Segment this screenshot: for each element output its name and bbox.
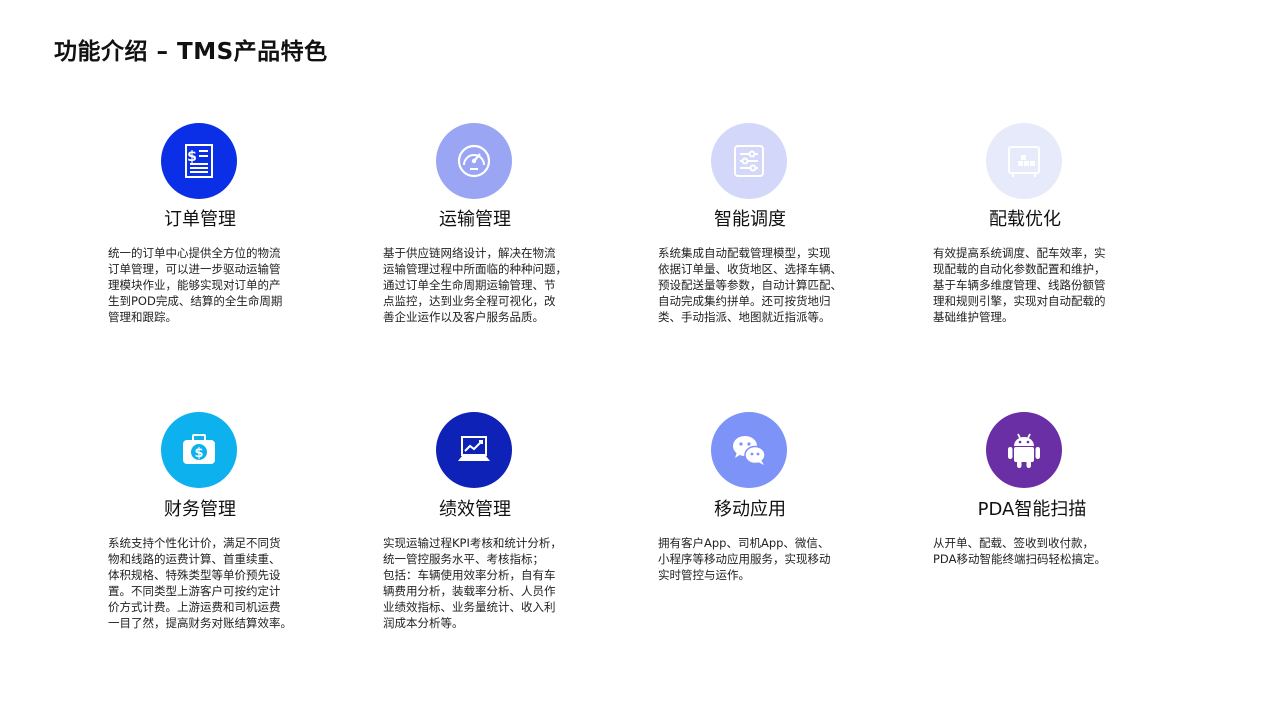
feature-icon-circle — [986, 123, 1062, 199]
feature-icon-circle: $ — [161, 123, 237, 199]
feature-icon-circle — [711, 123, 787, 199]
money-bag-icon: $ — [183, 434, 215, 464]
feature-description: 拥有客户App、司机App、微信、 小程序等移动应用服务，实现移动 实时管控与运… — [658, 536, 831, 582]
feature-title: 绩效管理 — [439, 499, 511, 520]
feature-icon-circle — [436, 412, 512, 488]
feature-icon-circle — [436, 123, 512, 199]
invoice-dollar-icon: $ — [185, 144, 213, 178]
feature-description: 系统集成自动配载管理模型，实现 依据订单量、收货地区、选择车辆、 预设配送量等参… — [658, 246, 842, 324]
feature-description: 实现运输过程KPI考核和统计分析， 统一管控服务水平、考核指标； 包括：车辆使用… — [383, 536, 562, 630]
feature-title: 移动应用 — [714, 499, 786, 520]
feature-title: 配载优化 — [989, 209, 1061, 230]
page-title: 功能介绍 – TMS产品特色 — [54, 39, 328, 65]
feature-description: 系统支持个性化计价，满足不同货 物和线路的运费计算、首重续重、 体积规格、特殊类… — [108, 536, 292, 630]
feature-description: 从开单、配载、签收到收付款， PDA移动智能终端扫码轻松搞定。 — [933, 536, 1106, 566]
laptop-chart-icon — [458, 436, 490, 461]
feature-description: 基于供应链网络设计，解决在物流 运输管理过程中所面临的种种问题， 通过订单全生命… — [383, 246, 567, 324]
wechat-icon — [733, 436, 766, 465]
feature-icon-circle — [986, 412, 1062, 488]
feature-title: 智能调度 — [714, 209, 786, 230]
feature-title: 订单管理 — [164, 209, 236, 230]
cargo-box-icon — [1008, 146, 1040, 177]
feature-description: 统一的订单中心提供全方位的物流 订单管理，可以进一步驱动运输管 理模块作业，能够… — [108, 246, 283, 324]
feature-icon-circle — [711, 412, 787, 488]
speedometer-icon — [457, 144, 491, 178]
svg-text:$: $ — [187, 149, 197, 165]
android-icon — [1008, 433, 1040, 468]
feature-title: PDA智能扫描 — [977, 499, 1087, 520]
feature-description: 有效提高系统调度、配车效率，实 现配载的自动化参数配置和维护， 基于车辆多维度管… — [933, 246, 1106, 324]
feature-title: 运输管理 — [439, 209, 511, 230]
feature-icon-circle: $ — [161, 412, 237, 488]
sliders-icon — [734, 145, 764, 177]
svg-text:$: $ — [194, 446, 203, 461]
feature-title: 财务管理 — [164, 499, 236, 520]
